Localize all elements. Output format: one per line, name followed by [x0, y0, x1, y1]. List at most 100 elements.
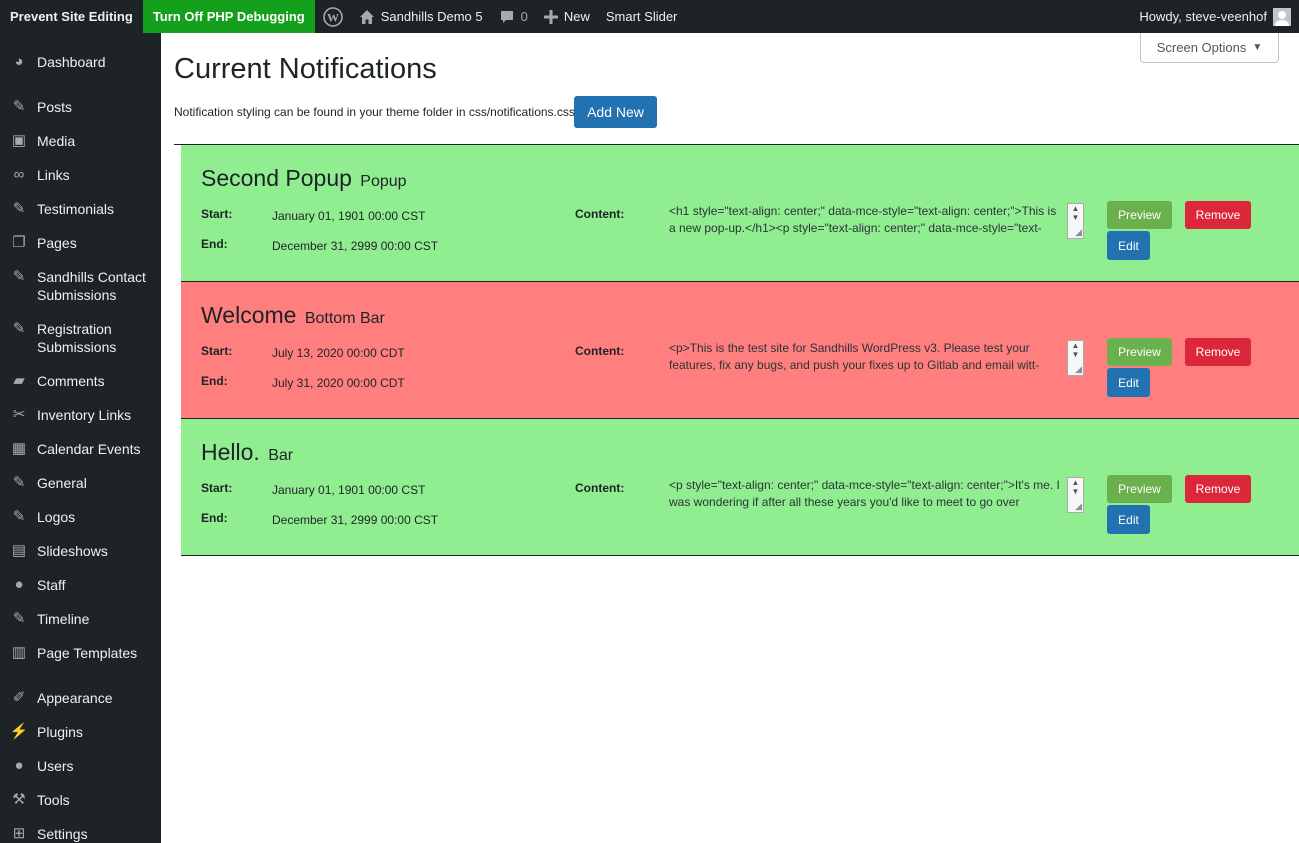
end-label: End: — [201, 374, 228, 388]
sidebar-item-plugins[interactable]: ⚡ Plugins — [0, 723, 161, 741]
sidebar-item-links[interactable]: ∞ Links — [0, 166, 161, 184]
sidebar-item-pages[interactable]: ❐ Pages — [0, 234, 161, 252]
sidebar-item-registration-submissions[interactable]: ✎ Registration Submissions — [0, 320, 161, 356]
remove-button[interactable]: Remove — [1185, 338, 1251, 366]
sidebar-item-testimonials[interactable]: ✎ Testimonials — [0, 200, 161, 218]
scroll-up-icon[interactable]: ▲ — [1068, 204, 1083, 213]
content-label: Content: — [575, 344, 625, 358]
content-textarea[interactable]: <p style="text-align: center;" data-mce-… — [669, 477, 1061, 511]
pin-icon: ✎ — [12, 508, 26, 525]
sidebar-item-settings[interactable]: ⊞ Settings — [0, 825, 161, 843]
sidebar-item-comments[interactable]: ▰ Comments — [0, 372, 161, 390]
pin-icon: ✎ — [12, 610, 26, 627]
sidebar-item-appearance[interactable]: ✐ Appearance — [0, 689, 161, 707]
caret-down-icon: ▼ — [1252, 42, 1263, 53]
sidebar-item-label: Sandhills Contact Submissions — [37, 269, 146, 303]
end-value: December 31, 2999 00:00 CST — [272, 513, 439, 527]
sidebar-item-inventory-links[interactable]: ✂ Inventory Links — [0, 406, 161, 424]
settings-icon: ⊞ — [12, 825, 26, 842]
scroll-down-icon[interactable]: ▼ — [1068, 213, 1083, 222]
edit-button[interactable]: Edit — [1107, 505, 1150, 534]
link-icon: ∞ — [13, 166, 25, 183]
comment-icon — [500, 10, 513, 23]
sidebar-item-label: Users — [37, 758, 74, 774]
dashboard-icon: ◕ — [14, 53, 24, 70]
textarea-scrollbar[interactable]: ▲ ▼ ◢ — [1067, 203, 1084, 239]
comments-link[interactable]: 0 — [491, 0, 536, 33]
account-menu[interactable]: Howdy, steve-veenhof — [1131, 0, 1299, 33]
remove-button[interactable]: Remove — [1185, 475, 1251, 503]
edit-button[interactable]: Edit — [1107, 368, 1150, 397]
unlink-icon: ✂ — [12, 406, 26, 423]
pin-icon: ✎ — [12, 98, 26, 115]
person-icon: ● — [14, 576, 24, 593]
preview-button[interactable]: Preview — [1107, 475, 1172, 503]
content-textarea[interactable]: <h1 style="text-align: center;" data-mce… — [669, 203, 1061, 237]
sidebar-item-label: General — [37, 475, 87, 491]
prevent-site-editing-button[interactable]: Prevent Site Editing — [0, 0, 143, 33]
sidebar-item-label: Staff — [37, 577, 66, 593]
avatar — [1273, 7, 1291, 26]
site-name-label: Sandhills Demo 5 — [380, 9, 483, 24]
preview-button[interactable]: Preview — [1107, 338, 1172, 366]
new-content-link[interactable]: New — [536, 0, 598, 33]
resize-grip-icon[interactable]: ◢ — [1075, 502, 1082, 511]
turn-off-php-debugging-button[interactable]: Turn Off PHP Debugging — [142, 0, 315, 33]
home-icon — [359, 9, 374, 24]
pin-icon: ✎ — [12, 200, 26, 217]
end-label: End: — [201, 511, 228, 525]
notification-row: Second Popup Popup Start: January 01, 19… — [181, 145, 1299, 282]
sidebar-item-staff[interactable]: ● Staff — [0, 576, 161, 594]
resize-grip-icon[interactable]: ◢ — [1075, 228, 1082, 237]
notification-type: Bar — [268, 447, 294, 464]
remove-button[interactable]: Remove — [1185, 201, 1251, 229]
sidebar-item-users[interactable]: ● Users — [0, 757, 161, 775]
scroll-up-icon[interactable]: ▲ — [1068, 478, 1083, 487]
notification-title: Second Popup Popup — [201, 165, 407, 192]
sidebar-item-page-templates[interactable]: ▥ Page Templates — [0, 644, 161, 662]
screen-options-button[interactable]: Screen Options ▼ — [1140, 33, 1279, 63]
media-icon: ▣ — [11, 132, 27, 149]
sidebar-item-dashboard[interactable]: ◕ Dashboard — [0, 53, 161, 71]
scroll-down-icon[interactable]: ▼ — [1068, 487, 1083, 496]
sidebar-item-posts[interactable]: ✎ Posts — [0, 98, 161, 116]
smart-slider-link[interactable]: Smart Slider — [598, 0, 686, 33]
pages-icon: ❐ — [12, 234, 26, 251]
sidebar-item-label: Registration Submissions — [37, 321, 117, 355]
sidebar-item-logos[interactable]: ✎ Logos — [0, 508, 161, 526]
sidebar-item-label: Settings — [37, 826, 88, 842]
start-label: Start: — [201, 344, 233, 358]
textarea-scrollbar[interactable]: ▲ ▼ ◢ — [1067, 340, 1084, 376]
sidebar-item-general[interactable]: ✎ General — [0, 474, 161, 492]
svg-text:W: W — [327, 10, 339, 24]
sidebar-item-media[interactable]: ▣ Media — [0, 132, 161, 150]
preview-button[interactable]: Preview — [1107, 201, 1172, 229]
wordpress-logo-button[interactable]: W — [315, 0, 351, 33]
edit-button[interactable]: Edit — [1107, 231, 1150, 260]
content-label: Content: — [575, 481, 625, 495]
content-textarea[interactable]: <p>This is the test site for Sandhills W… — [669, 340, 1061, 374]
scroll-down-icon[interactable]: ▼ — [1068, 350, 1083, 359]
sidebar-item-label: Inventory Links — [37, 407, 132, 423]
sidebar-item-timeline[interactable]: ✎ Timeline — [0, 610, 161, 628]
site-name-link[interactable]: Sandhills Demo 5 — [351, 0, 491, 33]
textarea-scrollbar[interactable]: ▲ ▼ ◢ — [1067, 477, 1084, 513]
sidebar-item-slideshows[interactable]: ▤ Slideshows — [0, 542, 161, 560]
resize-grip-icon[interactable]: ◢ — [1075, 365, 1082, 374]
start-label: Start: — [201, 207, 233, 221]
start-value: January 01, 1901 00:00 CST — [272, 209, 426, 223]
notification-type: Bottom Bar — [304, 310, 385, 327]
sidebar-item-label: Testimonials — [37, 201, 115, 217]
sidebar-item-label: Comments — [37, 373, 105, 389]
comment-icon: ▰ — [13, 372, 25, 389]
plug-icon: ⚡ — [9, 723, 29, 740]
sidebar-item-calendar-events[interactable]: ▦ Calendar Events — [0, 440, 161, 458]
sidebar-item-tools[interactable]: ⚒ Tools — [0, 791, 161, 809]
sidebar-item-sandhills-contact-submissions[interactable]: ✎ Sandhills Contact Submissions — [0, 268, 161, 304]
admin-bar: Prevent Site Editing Turn Off PHP Debugg… — [0, 0, 1299, 33]
add-new-button[interactable]: Add New — [574, 96, 657, 128]
sidebar-item-label: Appearance — [37, 690, 113, 706]
sidebar-item-label: Dashboard — [37, 54, 106, 70]
scroll-up-icon[interactable]: ▲ — [1068, 341, 1083, 350]
comments-count: 0 — [520, 9, 528, 24]
